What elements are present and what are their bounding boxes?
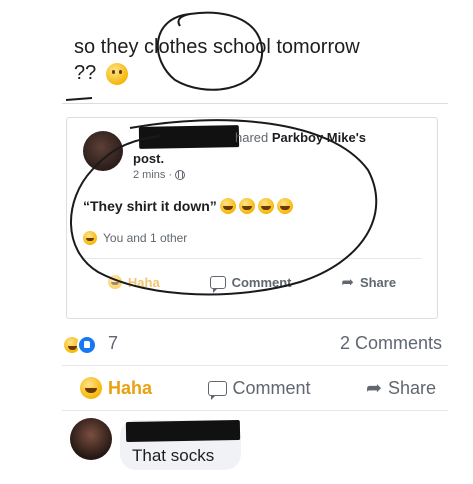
shared-reactions-text: You and 1 other (103, 231, 188, 245)
reaction-icons[interactable] (62, 335, 97, 355)
shared-reactions-summary[interactable]: You and 1 other (83, 231, 187, 245)
shared-quote: “They shirt it down” (83, 198, 217, 214)
thinking-face-icon (105, 62, 128, 85)
shared-header: hared Parkboy Mike's (235, 130, 366, 145)
share-button[interactable]: ➦ Share (366, 378, 436, 399)
shared-post-card[interactable]: hared Parkboy Mike's post. 2 mins · “The… (66, 117, 438, 319)
divider (62, 410, 448, 411)
laughing-emoji-icon (219, 198, 236, 214)
shared-haha-label: Haha (127, 274, 160, 290)
shared-comment-label: Comment (231, 274, 292, 290)
laughing-emoji-icon (238, 198, 255, 214)
post-action-bar: Haha Comment ➦ Share (80, 372, 436, 404)
laughing-emoji-icon (257, 198, 274, 214)
facebook-post-screenshot: so they clothes school tomorrow ?? hared… (0, 0, 473, 484)
original-post: so they clothes school tomorrow ?? (62, 10, 448, 104)
globe-icon (175, 170, 186, 180)
haha-reaction-icon (107, 275, 122, 289)
share-label: Share (387, 377, 436, 398)
haha-reaction-icon (80, 377, 102, 399)
share-arrow-icon: ➦ (341, 273, 354, 291)
shared-author-avatar[interactable] (83, 131, 123, 171)
divider (83, 258, 421, 259)
shared-haha-button[interactable]: Haha (107, 274, 160, 290)
shared-post-word: post. (133, 151, 165, 166)
post-text: so they clothes school tomorrow (74, 36, 360, 58)
comment-text: That socks (132, 446, 215, 465)
reaction-count[interactable]: 7 (108, 333, 118, 354)
haha-button[interactable]: Haha (80, 377, 152, 399)
shared-timestamp[interactable]: 2 mins · (133, 169, 172, 181)
shared-action-bar: Haha Comment ➦ Share (83, 266, 421, 298)
redacted-commenter-name (125, 420, 241, 442)
redacted-name (138, 125, 240, 149)
comment-icon (209, 275, 226, 293)
post-stats-row: 7 2 Comments (62, 333, 442, 357)
post-text-block: so they clothes school tomorrow ?? (74, 34, 434, 86)
shared-author-link[interactable]: Parkboy Mike's (272, 130, 366, 145)
comment-icon (207, 380, 227, 400)
shared-prefix: hared (235, 130, 269, 145)
shared-share-label: Share (359, 274, 397, 290)
divider (62, 365, 448, 366)
haha-reaction-icon (83, 231, 97, 245)
comments-count-link[interactable]: 2 Comments (340, 333, 442, 354)
comment-button[interactable]: Comment (207, 377, 311, 400)
shared-timestamp-row: 2 mins · (133, 169, 186, 181)
comment-label: Comment (232, 377, 311, 398)
laughing-emoji-icon (276, 198, 293, 214)
shared-quote-row: “They shirt it down” (83, 198, 293, 214)
like-reaction-icon (77, 335, 97, 355)
post-text-line2: ?? (74, 62, 97, 84)
haha-label: Haha (108, 377, 153, 398)
commenter-avatar[interactable] (70, 418, 112, 460)
shared-comment-button[interactable]: Comment (209, 274, 292, 293)
share-arrow-icon: ➦ (366, 377, 382, 399)
shared-share-button[interactable]: ➦ Share (341, 275, 396, 290)
